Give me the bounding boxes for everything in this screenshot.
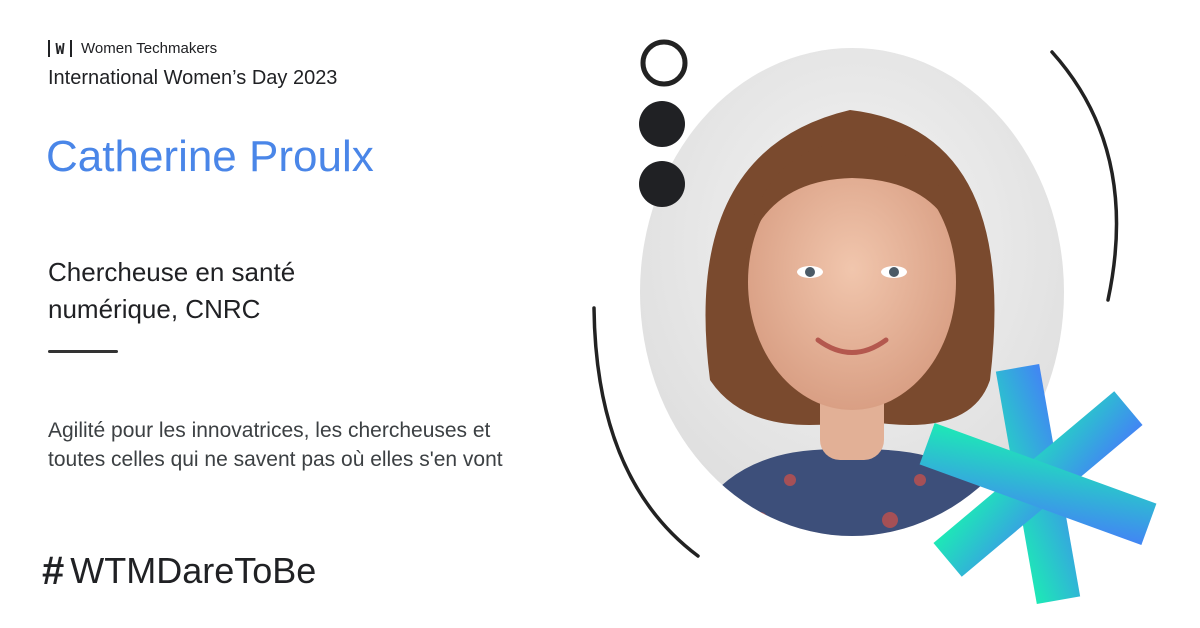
event-title: International Women’s Day 2023 xyxy=(48,67,338,89)
filled-circle-icon xyxy=(639,101,685,147)
speaker-card: W Women Techmakers International Women’s… xyxy=(0,0,1200,628)
hash-icon: # xyxy=(42,549,65,593)
hashtag: # WTMDareToBe xyxy=(42,550,316,592)
talk-title: Agilité pour les innovatrices, les cherc… xyxy=(48,419,503,471)
divider-stroke xyxy=(48,350,118,353)
filled-circle-icon xyxy=(639,161,685,207)
brand-name: Women Techmakers xyxy=(81,40,218,57)
outline-circle-icon xyxy=(640,39,688,87)
speaker-role: Chercheuse en santé numérique, CNRC xyxy=(48,257,296,324)
brand-header: W Women Techmakers xyxy=(48,40,218,58)
hashtag-text: WTMDareToBe xyxy=(70,550,317,591)
w-bracket-logo-icon: W xyxy=(48,40,72,58)
speaker-name: Catherine Proulx xyxy=(46,132,374,181)
decorative-artwork xyxy=(592,39,1157,605)
